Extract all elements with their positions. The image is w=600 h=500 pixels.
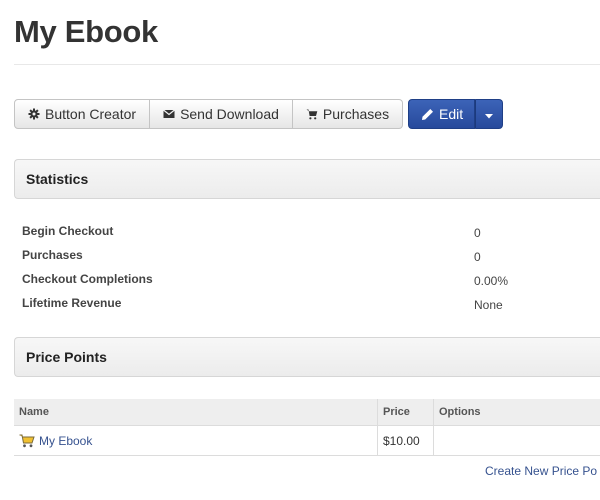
price-points-table: Name Price Options My Ebook $10.00: [14, 399, 600, 456]
edit-button[interactable]: Edit: [408, 99, 476, 129]
stat-value-begin-checkout: 0: [474, 226, 481, 240]
table-row: My Ebook $10.00: [14, 425, 600, 456]
edit-button-group: Edit: [408, 99, 504, 129]
price-points-section-header: Price Points: [14, 337, 600, 377]
stat-label-begin-checkout: Begin Checkout: [22, 224, 114, 238]
statistics-section-header: Statistics: [14, 159, 600, 199]
toolbar-button-group: Button Creator Send Download Purchases: [14, 99, 404, 129]
stat-value-checkout-completions: 0.00%: [474, 274, 509, 288]
stat-value-purchases: 0: [474, 250, 481, 264]
send-download-button[interactable]: Send Download: [150, 99, 293, 129]
caret-down-icon: [485, 106, 494, 122]
create-new-price-point-link[interactable]: Create New Price Po: [485, 464, 597, 478]
column-header-name: Name: [14, 399, 378, 426]
gear-icon: [28, 108, 40, 120]
table-header-row: Name Price Options: [14, 399, 600, 426]
envelope-icon: [163, 108, 175, 120]
purchases-button[interactable]: Purchases: [292, 99, 404, 129]
page-title: My Ebook: [14, 14, 159, 49]
button-creator-button[interactable]: Button Creator: [14, 99, 151, 129]
title-divider: [14, 64, 600, 65]
price-point-name-link[interactable]: My Ebook: [39, 434, 92, 448]
price-point-name-cell: My Ebook: [14, 425, 378, 456]
stat-value-lifetime-revenue: None: [474, 298, 503, 312]
pencil-icon: [421, 108, 434, 121]
column-header-options: Options: [433, 399, 600, 426]
edit-dropdown-toggle[interactable]: [475, 99, 504, 129]
price-points-heading: Price Points: [26, 349, 107, 365]
button-creator-label: Button Creator: [45, 106, 137, 122]
edit-label: Edit: [439, 106, 464, 122]
purchases-label: Purchases: [322, 106, 390, 122]
price-point-price-cell: $10.00: [377, 425, 434, 456]
stat-label-checkout-completions: Checkout Completions: [22, 272, 153, 286]
cart-icon: [306, 108, 318, 120]
price-point-options-cell: [433, 425, 600, 456]
statistics-heading: Statistics: [26, 171, 89, 187]
stat-label-purchases: Purchases: [22, 248, 83, 262]
send-download-label: Send Download: [180, 106, 279, 122]
column-header-price: Price: [377, 399, 434, 426]
cart-icon: [19, 434, 35, 448]
stat-label-lifetime-revenue: Lifetime Revenue: [22, 296, 122, 310]
